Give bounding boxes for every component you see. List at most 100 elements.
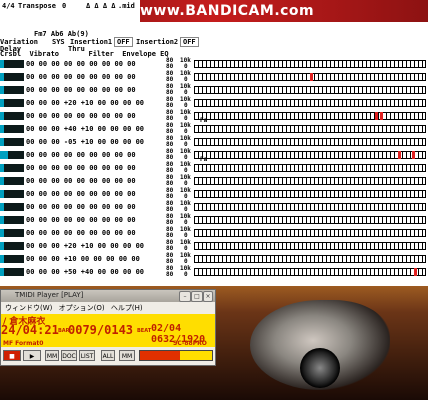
midi-format: MF Format0	[3, 340, 44, 347]
ctrl-list-button[interactable]: LIST	[79, 350, 95, 361]
track-row[interactable]: 00 00 00 +40 +10 00 00 00 00 80 80 10k 0	[0, 123, 428, 136]
ctrl-mm-button[interactable]: MM	[45, 350, 59, 361]
level-meter	[0, 73, 4, 81]
level-meter	[0, 255, 4, 263]
level-meter	[0, 229, 4, 237]
piano-keyboard	[194, 216, 426, 224]
level-meter	[0, 242, 4, 250]
track-values: 00 00 00 00 00 00 00 00 00	[26, 151, 136, 159]
piano-keyboard	[194, 99, 426, 107]
insertion1-button[interactable]: OFF	[114, 37, 133, 47]
piano-keyboard	[194, 229, 426, 237]
level-meter-bg	[0, 255, 24, 263]
car-wheel-image	[300, 348, 340, 388]
track-row[interactable]: 00 00 00 +10 00 00 00 00 00 80 80 10k 0	[0, 253, 428, 266]
track-row[interactable]: 00 00 00 00 00 00 00 00 00 80 80 10k 0 Fa	[0, 110, 428, 124]
track-values: 00 00 00 00 00 00 00 00 00	[26, 112, 136, 120]
level-meter	[0, 99, 4, 107]
track-zero: 0	[184, 271, 188, 278]
level-meter	[0, 125, 4, 133]
active-key	[398, 151, 402, 159]
track-row[interactable]: 00 00 00 00 00 00 00 00 00 80 80 10k 0	[0, 201, 428, 214]
piano-keyboard	[194, 268, 426, 276]
tmidi-player-window: TMIDI Player [PLAY] – □ × ウィンドウ(W) オプション…	[0, 289, 216, 366]
play-button[interactable]: ▶	[23, 350, 41, 361]
sys-label: SYS	[52, 38, 65, 46]
track-values: 00 00 00 00 00 00 00 00 00	[26, 203, 136, 211]
stop-button[interactable]: ■	[3, 350, 21, 361]
menu-window[interactable]: ウィンドウ(W)	[5, 304, 52, 312]
bandicam-watermark: www.BANDICAM.com	[140, 3, 315, 19]
active-key	[414, 268, 418, 276]
piano-keyboard	[194, 164, 426, 172]
ctrl-mm2-button[interactable]: MM	[119, 350, 135, 361]
track-row[interactable]: 00 00 00 00 00 00 00 00 00 80 80 10k 0 Fa	[0, 149, 428, 163]
key-markers: Δ Δ Δ Δ	[86, 2, 116, 10]
piano-keyboard	[194, 190, 426, 198]
player-display: / 倉木麻衣 24/04:21 BAR 0079/0143 BEAT 02/04…	[1, 314, 215, 347]
piano-keyboard	[194, 112, 426, 120]
beat-label: BEAT	[137, 328, 152, 334]
track-row[interactable]: 00 00 00 00 00 00 00 00 00 80 80 10k 0	[0, 175, 428, 188]
maximize-button[interactable]: □	[191, 291, 203, 302]
track-row[interactable]: 00 00 00 -05 +10 00 00 00 00 80 80 10k 0	[0, 136, 428, 149]
level-meter	[0, 138, 4, 146]
level-meter-bg	[0, 112, 24, 120]
level-meter-bg	[0, 86, 24, 94]
level-meter-bg	[0, 125, 24, 133]
level-meter-bg	[0, 177, 24, 185]
level-meter	[0, 112, 4, 120]
track-row[interactable]: 00 00 00 00 00 00 00 00 00 80 80 10k 0	[0, 214, 428, 227]
level-meter-bg	[0, 73, 24, 81]
transpose-value[interactable]: 0	[62, 2, 66, 10]
chord-display: Fm7 Ab6 Ab(9)	[34, 30, 89, 38]
active-key	[412, 151, 416, 159]
ctrl-all-button[interactable]: ALL	[101, 350, 115, 361]
track-values: 00 00 00 +20 +10 00 00 00 00	[26, 242, 145, 250]
player-menubar: ウィンドウ(W) オプション(O) ヘルプ(H)	[1, 303, 215, 313]
play-clock: 24/04:21	[1, 323, 59, 337]
player-titlebar: TMIDI Player [PLAY] – □ ×	[1, 290, 215, 302]
track-row[interactable]: 00 00 00 00 00 00 00 00 00 80 80 10k 0	[0, 162, 428, 175]
sound-device: SC-88PRO	[173, 340, 207, 347]
track-values: 00 00 00 00 00 00 00 00 00	[26, 190, 136, 198]
track-row[interactable]: 00 00 00 00 00 00 00 00 00 80 80 10k 0	[0, 84, 428, 97]
piano-keyboard	[194, 242, 426, 250]
level-meter	[0, 164, 4, 172]
track-row[interactable]: 00 00 00 00 00 00 00 00 00 80 80 10k 0	[0, 227, 428, 240]
minimize-button[interactable]: –	[179, 291, 191, 302]
track-row[interactable]: 00 00 00 +20 +10 00 00 00 00 80 80 10k 0	[0, 97, 428, 110]
track-pan: 80	[166, 271, 174, 278]
ctrl-doc-button[interactable]: DOC	[61, 350, 77, 361]
track-row[interactable]: 00 00 00 +50 +40 00 00 00 00 80 80 10k 0	[0, 266, 428, 279]
menu-help[interactable]: ヘルプ(H)	[111, 304, 143, 312]
track-row[interactable]: 00 00 00 00 00 00 00 00 00 80 80 10k 0	[0, 58, 428, 71]
active-key	[379, 112, 383, 120]
piano-keyboard	[194, 86, 426, 94]
seek-progress	[140, 351, 180, 360]
level-meter-bg	[0, 242, 24, 250]
level-meter-bg	[0, 216, 24, 224]
status-strip: 4/4 Transpose 0 Δ Δ Δ Δ .mid	[0, 0, 140, 22]
track-values: 00 00 00 00 00 00 00 00 00	[26, 164, 136, 172]
column-groups: Crsbl Vibrato Filter Envelope EQ	[0, 50, 169, 58]
track-values: 00 00 00 00 00 00 00 00 00	[26, 229, 136, 237]
track-row[interactable]: 00 00 00 00 00 00 00 00 00 80 80 10k 0	[0, 71, 428, 84]
tmidi-main-window: www.BANDICAM.com 4/4 Transpose 0 Δ Δ Δ Δ…	[0, 0, 428, 286]
menu-options[interactable]: オプション(O)	[59, 304, 105, 312]
track-values: 00 00 00 00 00 00 00 00 00	[26, 216, 136, 224]
seek-bar[interactable]	[139, 350, 213, 361]
insertion2-button[interactable]: OFF	[180, 37, 199, 47]
close-button[interactable]: ×	[203, 291, 213, 302]
piano-keyboard	[194, 255, 426, 263]
track-values: 00 00 00 00 00 00 00 00 00	[26, 86, 136, 94]
track-row[interactable]: 00 00 00 00 00 00 00 00 00 80 80 10k 0	[0, 188, 428, 201]
level-meter-bg	[0, 99, 24, 107]
track-values: 00 00 00 +50 +40 00 00 00 00	[26, 268, 145, 276]
track-values: 00 00 00 +40 +10 00 00 00 00	[26, 125, 145, 133]
piano-keyboard	[194, 60, 426, 68]
track-row[interactable]: 00 00 00 +20 +10 00 00 00 00 80 80 10k 0	[0, 240, 428, 253]
track-values: 00 00 00 00 00 00 00 00 00	[26, 73, 136, 81]
time-signature: 4/4	[2, 2, 15, 10]
level-meter	[0, 60, 4, 68]
